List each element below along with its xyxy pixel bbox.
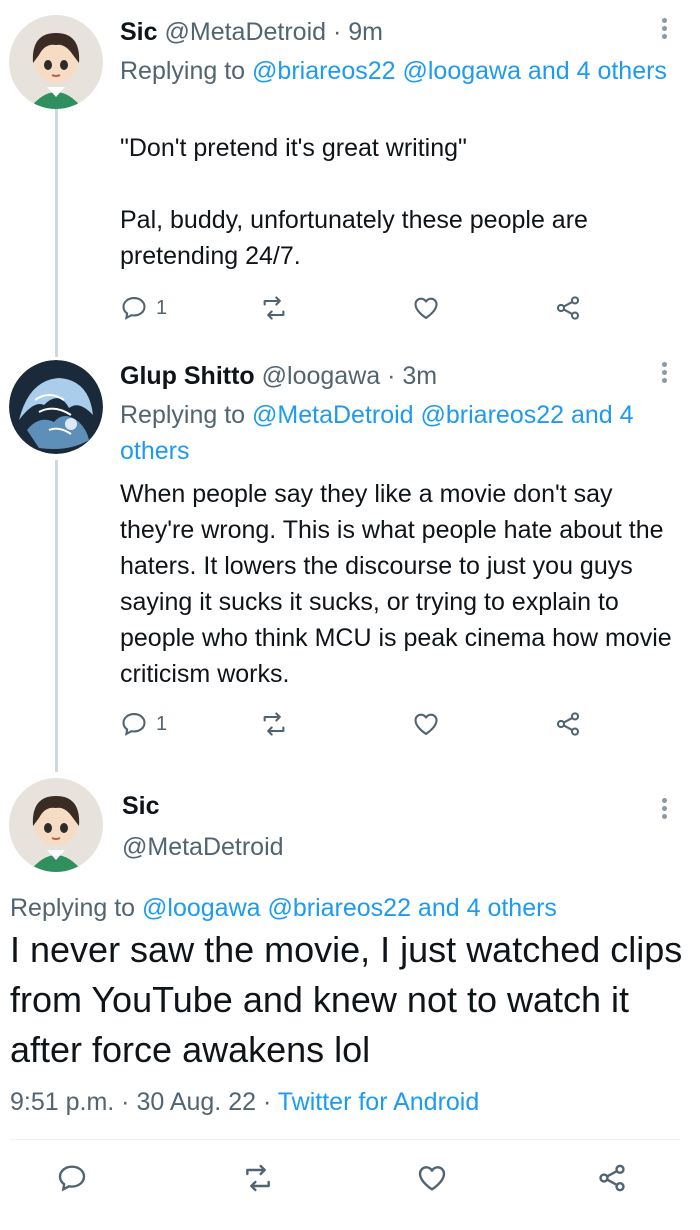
reply-icon xyxy=(58,1165,86,1192)
tweet-header: Sic @MetaDetroid · 9m xyxy=(120,17,383,47)
replying-to: Replying to @briareos22 @loogawa and 4 o… xyxy=(120,53,680,89)
share-icon xyxy=(556,296,580,320)
focused-tweet: Sic @MetaDetroid Replying to @loogawa @b… xyxy=(0,770,700,1230)
anime-girl-avatar-icon xyxy=(9,15,103,109)
tweet-actions: 1 xyxy=(120,290,600,326)
like-button[interactable] xyxy=(412,290,440,326)
heart-icon xyxy=(414,713,438,735)
avatar[interactable] xyxy=(9,15,103,109)
tweet-1[interactable]: Sic @MetaDetroid · 9m Replying to @briar… xyxy=(0,0,700,340)
retweet-icon xyxy=(263,712,285,736)
retweet-icon xyxy=(246,1164,270,1192)
tweet-text: When people say they like a movie don't … xyxy=(120,480,672,688)
retweet-button[interactable] xyxy=(260,290,288,326)
anime-girl-avatar-icon xyxy=(9,778,103,872)
share-button[interactable] xyxy=(596,1153,628,1203)
share-button[interactable] xyxy=(554,706,582,742)
share-icon xyxy=(556,712,580,736)
display-name[interactable]: Sic xyxy=(120,18,158,46)
replying-mentions[interactable]: @loogawa @briareos22 and 4 others xyxy=(142,894,557,922)
retweet-icon xyxy=(263,296,285,320)
more-options-icon[interactable] xyxy=(662,362,670,386)
tweet-timestamp[interactable]: 9:51 p.m. · 30 Aug. 22 · xyxy=(10,1088,271,1116)
tweet-text: I never saw the movie, I just watched cl… xyxy=(10,929,683,1070)
share-button[interactable] xyxy=(554,290,582,326)
tweet-time[interactable]: · 9m xyxy=(333,18,383,46)
replying-to: Replying to @MetaDetroid @briareos22 and… xyxy=(120,397,680,469)
tweet-meta: 9:51 p.m. · 30 Aug. 22 · Twitter for And… xyxy=(10,1086,479,1118)
tweet-text: "Don't pretend it's great writing" Pal, … xyxy=(120,134,588,270)
retweet-button[interactable] xyxy=(242,1153,274,1203)
tweet-actions: 1 xyxy=(120,706,600,742)
like-button[interactable] xyxy=(412,706,440,742)
tweet-source[interactable]: Twitter for Android xyxy=(278,1088,479,1116)
tweet-header: Glup Shitto @loogawa · 3m xyxy=(120,361,437,391)
replying-prefix: Replying to xyxy=(120,401,246,429)
reply-count: 1 xyxy=(156,712,168,735)
share-icon xyxy=(599,1164,625,1192)
divider xyxy=(10,1139,680,1140)
avatar[interactable] xyxy=(9,778,103,872)
replying-to: Replying to @loogawa @briareos22 and 4 o… xyxy=(10,892,690,924)
blue-sketch-avatar-icon xyxy=(9,360,103,454)
tweet-time[interactable]: · 3m xyxy=(387,362,437,390)
display-name[interactable]: Glup Shitto xyxy=(120,362,255,390)
user-handle[interactable]: @MetaDetroid xyxy=(122,832,284,862)
user-handle[interactable]: @loogawa xyxy=(262,362,381,390)
tweet-2[interactable]: Glup Shitto @loogawa · 3m Replying to @M… xyxy=(0,340,700,750)
heart-icon xyxy=(414,297,438,319)
replying-prefix: Replying to xyxy=(120,57,246,85)
more-options-icon[interactable] xyxy=(662,18,670,42)
reply-button[interactable]: 1 xyxy=(120,290,167,326)
replying-prefix: Replying to xyxy=(10,894,136,922)
reply-icon xyxy=(122,713,146,736)
heart-icon xyxy=(418,1166,446,1191)
more-options-icon[interactable] xyxy=(662,798,670,822)
user-handle[interactable]: @MetaDetroid xyxy=(164,18,326,46)
like-button[interactable] xyxy=(416,1153,448,1203)
display-name[interactable]: Sic xyxy=(122,791,160,821)
reply-count: 1 xyxy=(156,296,168,319)
reply-icon xyxy=(122,297,146,320)
avatar[interactable] xyxy=(9,360,103,454)
focused-tweet-actions xyxy=(0,1153,700,1203)
retweet-button[interactable] xyxy=(260,706,288,742)
reply-button[interactable] xyxy=(56,1153,88,1203)
reply-button[interactable]: 1 xyxy=(120,706,167,742)
replying-mentions[interactable]: @briareos22 @loogawa and 4 others xyxy=(252,57,667,85)
